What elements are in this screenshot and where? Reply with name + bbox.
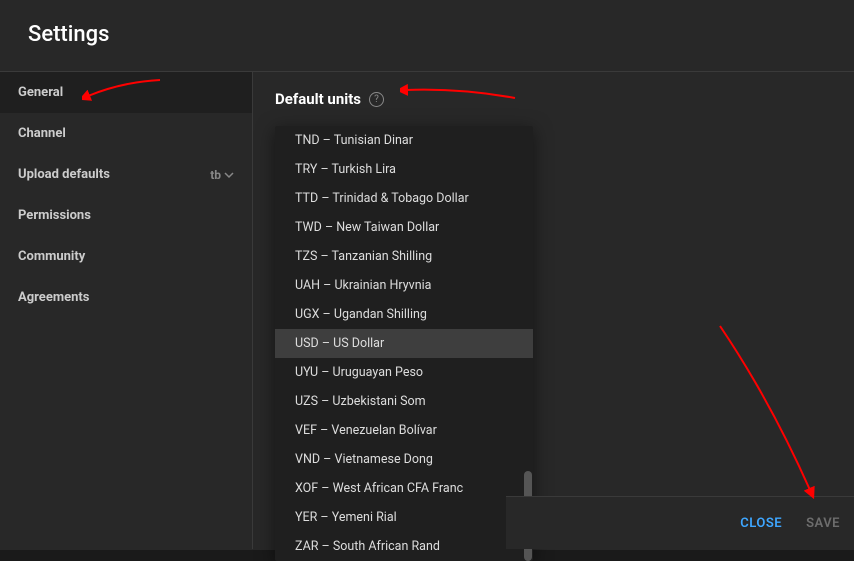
currency-dropdown[interactable]: TND – Tunisian DinarTRY – Turkish LiraTT… (275, 126, 533, 561)
page-title: Settings (0, 0, 854, 71)
currency-option[interactable]: TTD – Trinidad & Tobago Dollar (275, 184, 533, 213)
currency-option[interactable]: VEF – Venezuelan Bolívar (275, 416, 533, 445)
section-header: Default units ? (275, 90, 832, 108)
sidebar-item-upload-defaults[interactable]: Upload defaults tb (0, 154, 252, 195)
currency-option[interactable]: USD – US Dollar (275, 329, 533, 358)
section-title: Default units (275, 90, 361, 108)
sidebar-item-label: General (18, 85, 63, 100)
sidebar-item-label: Permissions (18, 208, 91, 223)
close-button[interactable]: CLOSE (740, 516, 782, 531)
currency-option[interactable]: UYU – Uruguayan Peso (275, 358, 533, 387)
currency-option[interactable]: XOF – West African CFA Franc (275, 474, 533, 503)
currency-option[interactable]: UAH – Ukrainian Hryvnia (275, 271, 533, 300)
currency-option[interactable]: YER – Yemeni Rial (275, 503, 533, 532)
sidebar-item-channel[interactable]: Channel (0, 113, 252, 154)
sidebar: General Channel Upload defaults tb Permi… (0, 72, 253, 549)
currency-option[interactable]: ZAR – South African Rand (275, 532, 533, 561)
sidebar-item-label: Upload defaults (18, 167, 110, 182)
sidebar-item-general[interactable]: General (0, 72, 252, 113)
currency-option[interactable]: VND – Vietnamese Dong (275, 445, 533, 474)
save-button: SAVE (806, 516, 840, 531)
content: General Channel Upload defaults tb Permi… (0, 71, 854, 549)
currency-dropdown-list: TND – Tunisian DinarTRY – Turkish LiraTT… (275, 126, 533, 561)
modal-footer: CLOSE SAVE (506, 496, 854, 549)
sidebar-item-label: Channel (18, 126, 66, 141)
tubebuddy-badge: tb (210, 168, 234, 182)
currency-option[interactable]: UZS – Uzbekistani Som (275, 387, 533, 416)
sidebar-item-community[interactable]: Community (0, 236, 252, 277)
currency-option[interactable]: UGX – Ugandan Shilling (275, 300, 533, 329)
badge-text: tb (210, 168, 221, 182)
help-icon[interactable]: ? (369, 92, 384, 107)
settings-modal: Settings General Channel Upload defaults… (0, 0, 854, 550)
currency-option[interactable]: TND – Tunisian Dinar (275, 126, 533, 155)
currency-option[interactable]: TZS – Tanzanian Shilling (275, 242, 533, 271)
currency-option[interactable]: TRY – Turkish Lira (275, 155, 533, 184)
chevron-down-icon (224, 170, 234, 180)
sidebar-item-permissions[interactable]: Permissions (0, 195, 252, 236)
sidebar-item-label: Agreements (18, 290, 90, 305)
main-panel: Default units ? TND – Tunisian DinarTRY … (253, 72, 854, 549)
sidebar-item-label: Community (18, 249, 85, 264)
currency-option[interactable]: TWD – New Taiwan Dollar (275, 213, 533, 242)
sidebar-item-agreements[interactable]: Agreements (0, 277, 252, 318)
